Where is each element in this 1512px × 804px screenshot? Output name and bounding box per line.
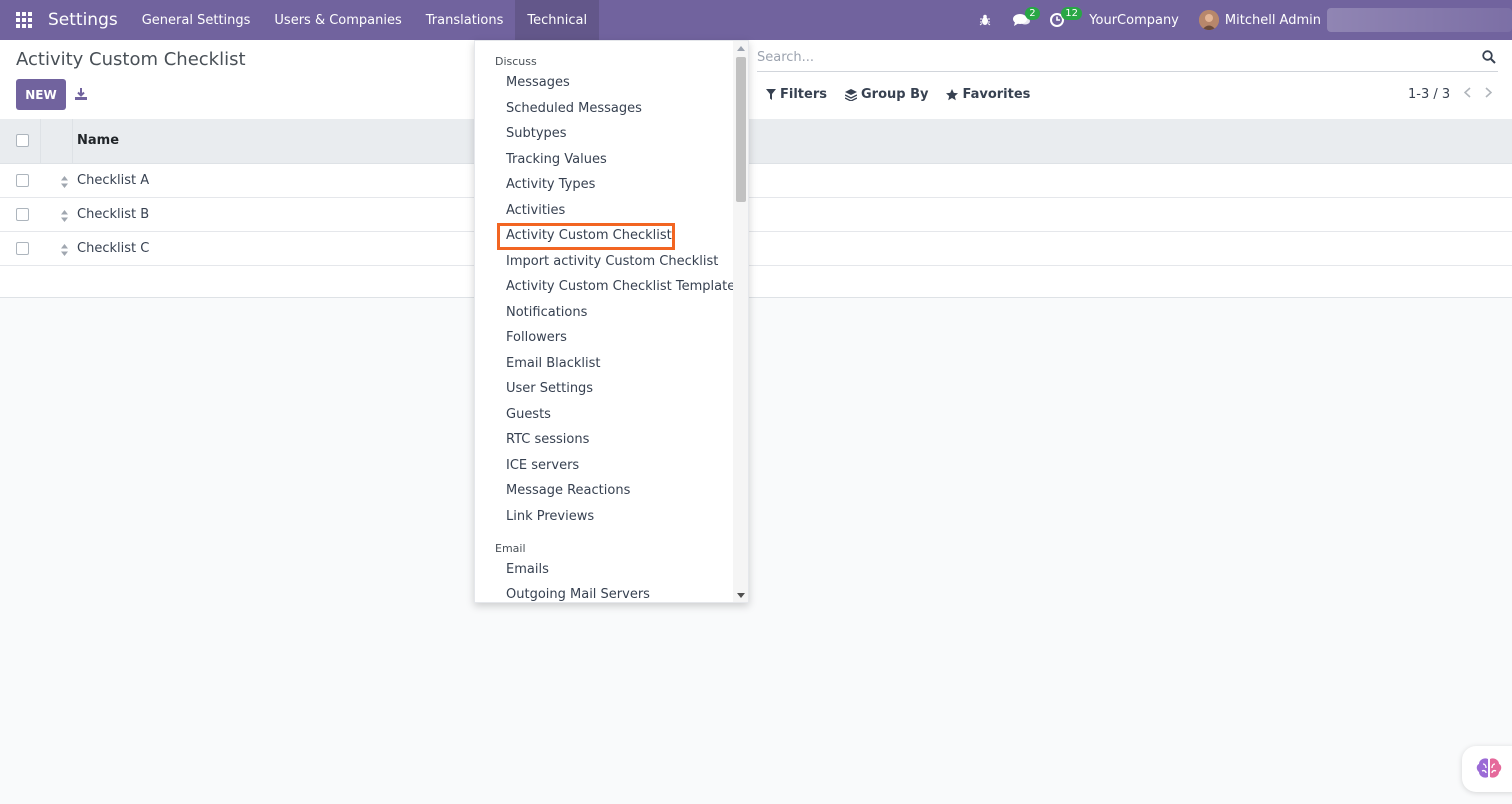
technical-dropdown-menu: Discuss Messages Scheduled Messages Subt… [474, 40, 749, 603]
group-by-label: Group By [860, 87, 929, 102]
row-name: Checklist B [77, 207, 150, 222]
menu-translations[interactable]: Translations [414, 0, 516, 40]
menu-item-tracking-values[interactable]: Tracking Values [506, 152, 607, 167]
menu-users-companies[interactable]: Users & Companies [262, 0, 413, 40]
list-view: Name Checklist A Checklist B Checklist C [0, 119, 1512, 298]
menu-item-activity-types[interactable]: Activity Types [506, 177, 595, 192]
menu-item-outgoing-mail-servers[interactable]: Outgoing Mail Servers [506, 587, 650, 602]
top-navbar: Settings General Settings Users & Compan… [0, 0, 1512, 40]
menu-item-user-settings[interactable]: User Settings [506, 381, 593, 396]
menu-item-message-reactions[interactable]: Message Reactions [506, 483, 630, 498]
menu-item-ice-servers[interactable]: ICE servers [506, 458, 579, 473]
drag-handle-icon[interactable] [60, 242, 69, 256]
menu-item-emails[interactable]: Emails [506, 562, 549, 577]
menu-item-rtc-sessions[interactable]: RTC sessions [506, 432, 589, 447]
blurred-database-name [1327, 8, 1512, 32]
menu-item-activities[interactable]: Activities [506, 203, 565, 218]
table-row[interactable]: Checklist C [0, 232, 1512, 266]
row-checkbox[interactable] [16, 174, 29, 187]
list-header: Name [0, 119, 1512, 164]
search-icon[interactable] [1482, 49, 1496, 68]
group-by-toggle[interactable]: Group By [844, 87, 929, 102]
layers-icon [844, 88, 857, 101]
filters-toggle[interactable]: Filters [766, 87, 827, 102]
dropdown-scrollbar[interactable] [733, 41, 748, 602]
drag-handle-icon[interactable] [60, 174, 69, 188]
menu-item-guests[interactable]: Guests [506, 407, 551, 422]
app-name[interactable]: Settings [48, 10, 118, 30]
scrollbar-thumb[interactable] [736, 57, 746, 202]
handle-column-header [40, 119, 73, 163]
menu-item-followers[interactable]: Followers [506, 330, 567, 345]
menu-item-messages[interactable]: Messages [506, 75, 570, 90]
table-row[interactable]: Checklist A [0, 164, 1512, 198]
debug-bug-icon[interactable] [971, 0, 999, 40]
drag-handle-icon[interactable] [60, 208, 69, 222]
search-bar [757, 44, 1498, 72]
scroll-up-arrow-icon[interactable] [737, 46, 745, 51]
row-name: Checklist C [77, 241, 150, 256]
control-panel: Activity Custom Checklist NEW Filters Gr… [0, 40, 1512, 119]
filter-funnel-icon [766, 89, 776, 100]
menu-item-subtypes[interactable]: Subtypes [506, 126, 567, 141]
menu-item-email-blacklist[interactable]: Email Blacklist [506, 356, 600, 371]
company-switcher[interactable]: YourCompany [1089, 13, 1179, 28]
table-row[interactable]: Checklist B [0, 198, 1512, 232]
menu-item-activity-custom-checklist-template[interactable]: Activity Custom Checklist Template [506, 279, 735, 294]
menu-general-settings[interactable]: General Settings [130, 0, 263, 40]
menu-item-link-previews[interactable]: Link Previews [506, 509, 594, 524]
user-avatar [1198, 10, 1219, 30]
activities-clock-icon[interactable]: 12 [1043, 0, 1083, 40]
row-checkbox[interactable] [16, 208, 29, 221]
section-header-email: Email [495, 542, 526, 555]
menu-technical[interactable]: Technical [515, 0, 600, 40]
column-header-name[interactable]: Name [77, 133, 119, 148]
user-name: Mitchell Admin [1224, 12, 1321, 28]
filters-label: Filters [780, 87, 827, 102]
new-button[interactable]: NEW [16, 79, 66, 110]
pager-value[interactable]: 1-3 / 3 [1408, 87, 1450, 102]
star-icon [946, 88, 959, 100]
menu-item-import-activity-custom-checklist[interactable]: Import activity Custom Checklist [506, 254, 718, 269]
pager: 1-3 / 3 [1408, 87, 1493, 102]
user-menu[interactable]: Mitchell Admin [1198, 10, 1321, 30]
select-all-checkbox[interactable] [16, 134, 29, 147]
search-input[interactable] [757, 44, 1457, 70]
pager-previous-icon[interactable] [1463, 87, 1471, 102]
menu-item-activity-custom-checklist[interactable]: Activity Custom Checklist [506, 228, 672, 243]
apps-menu-icon[interactable] [0, 0, 48, 40]
pager-next-icon[interactable] [1485, 87, 1493, 102]
activities-count-badge: 12 [1061, 7, 1083, 20]
search-options: Filters Group By Favorites [766, 87, 1030, 102]
download-icon[interactable] [74, 86, 88, 102]
row-checkbox[interactable] [16, 242, 29, 255]
list-footer [0, 266, 1512, 298]
messages-chat-icon[interactable]: 2 [1007, 0, 1040, 40]
favorites-label: Favorites [962, 87, 1031, 102]
menu-item-scheduled-messages[interactable]: Scheduled Messages [506, 101, 642, 116]
scroll-down-arrow-icon[interactable] [737, 593, 745, 598]
favorites-toggle[interactable]: Favorites [946, 87, 1030, 102]
section-header-discuss: Discuss [495, 55, 537, 68]
assistant-brain-icon[interactable] [1462, 746, 1512, 792]
messages-count-badge: 2 [1025, 7, 1040, 20]
menu-item-notifications[interactable]: Notifications [506, 305, 587, 320]
page-title: Activity Custom Checklist [16, 49, 246, 70]
row-name: Checklist A [77, 173, 150, 188]
